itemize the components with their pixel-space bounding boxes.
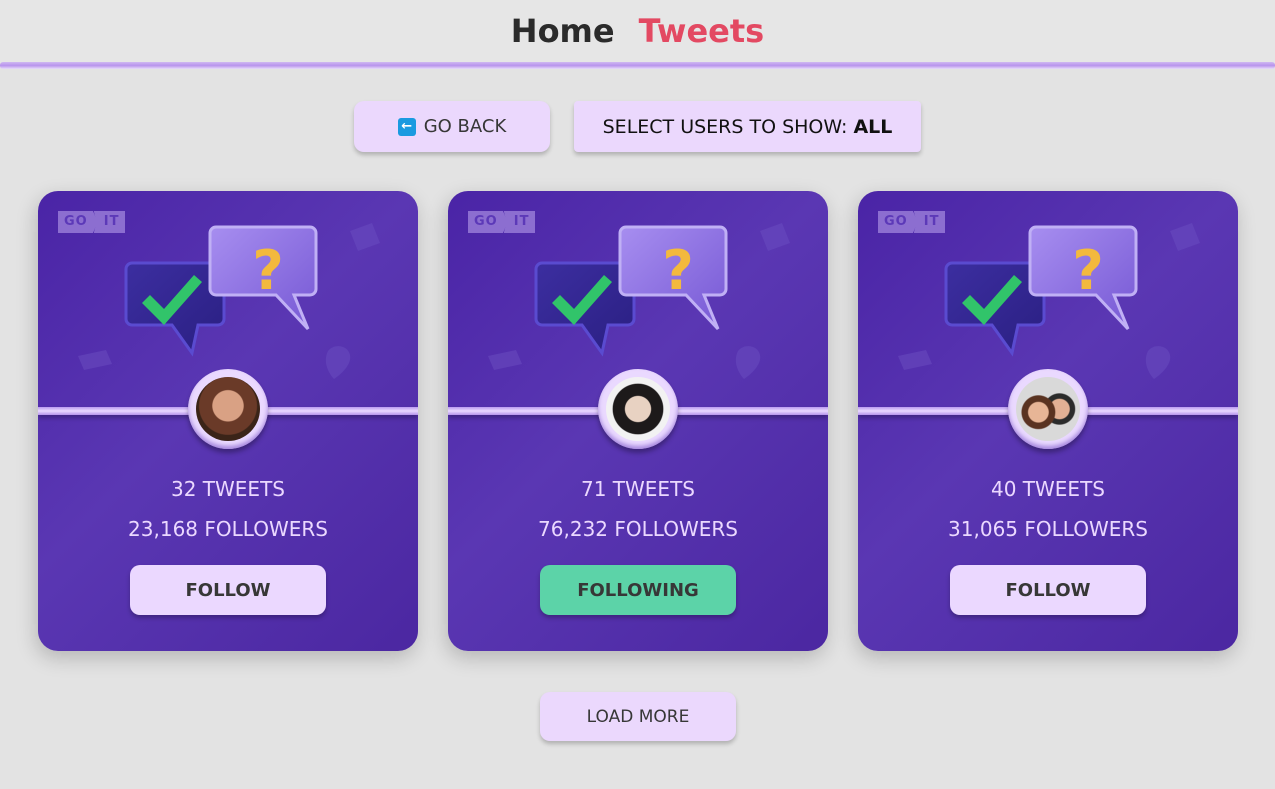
followers-count: 31,065 followers	[948, 517, 1148, 541]
follow-button[interactable]: Follow	[130, 565, 326, 615]
goit-logo: GO IT	[468, 211, 536, 233]
followers-count: 23,168 followers	[128, 517, 328, 541]
logo-part: IT	[503, 211, 536, 233]
avatar	[196, 377, 260, 441]
user-card: ? GO IT 40 tweets 31,065 followers Follo…	[858, 191, 1238, 651]
tweets-count: 71 tweets	[581, 477, 695, 501]
avatar	[1016, 377, 1080, 441]
load-more-button[interactable]: Load more	[540, 692, 736, 741]
svg-text:?: ?	[1072, 239, 1103, 302]
avatar-frame	[1008, 369, 1088, 449]
nav-tweets-link[interactable]: Tweets	[639, 12, 765, 50]
header-divider	[0, 62, 1275, 69]
svg-text:?: ?	[252, 239, 283, 302]
avatar-frame	[188, 369, 268, 449]
following-button[interactable]: Following	[540, 565, 736, 615]
tweets-count: 32 tweets	[171, 477, 285, 501]
go-back-label: Go back	[423, 116, 507, 137]
nav-home-link[interactable]: Home	[511, 12, 615, 50]
logo-part: IT	[93, 211, 126, 233]
select-users-dropdown[interactable]: Select users to show: ALL	[574, 101, 921, 152]
logo-part: GO	[58, 211, 98, 233]
select-users-value: ALL	[853, 115, 893, 138]
arrow-left-icon: ←	[397, 117, 416, 136]
top-nav: Home Tweets	[0, 0, 1275, 64]
select-users-label: Select users to show:	[602, 115, 848, 138]
goit-logo: GO IT	[878, 211, 946, 233]
goit-logo: GO IT	[58, 211, 126, 233]
follow-button[interactable]: Follow	[950, 565, 1146, 615]
logo-part: GO	[878, 211, 918, 233]
svg-text:?: ?	[662, 239, 693, 302]
followers-count: 76,232 followers	[538, 517, 738, 541]
avatar	[606, 377, 670, 441]
user-card: ? GO IT 71 tweets 76,232 followers Follo…	[448, 191, 828, 651]
logo-part: GO	[468, 211, 508, 233]
controls-bar: ← Go back Select users to show: ALL	[0, 101, 1275, 152]
go-back-button[interactable]: ← Go back	[354, 101, 550, 152]
avatar-frame	[598, 369, 678, 449]
logo-part: IT	[913, 211, 946, 233]
user-card: ? GO IT 32 tweets 23,168 followers Follo…	[38, 191, 418, 651]
tweets-count: 40 tweets	[991, 477, 1105, 501]
